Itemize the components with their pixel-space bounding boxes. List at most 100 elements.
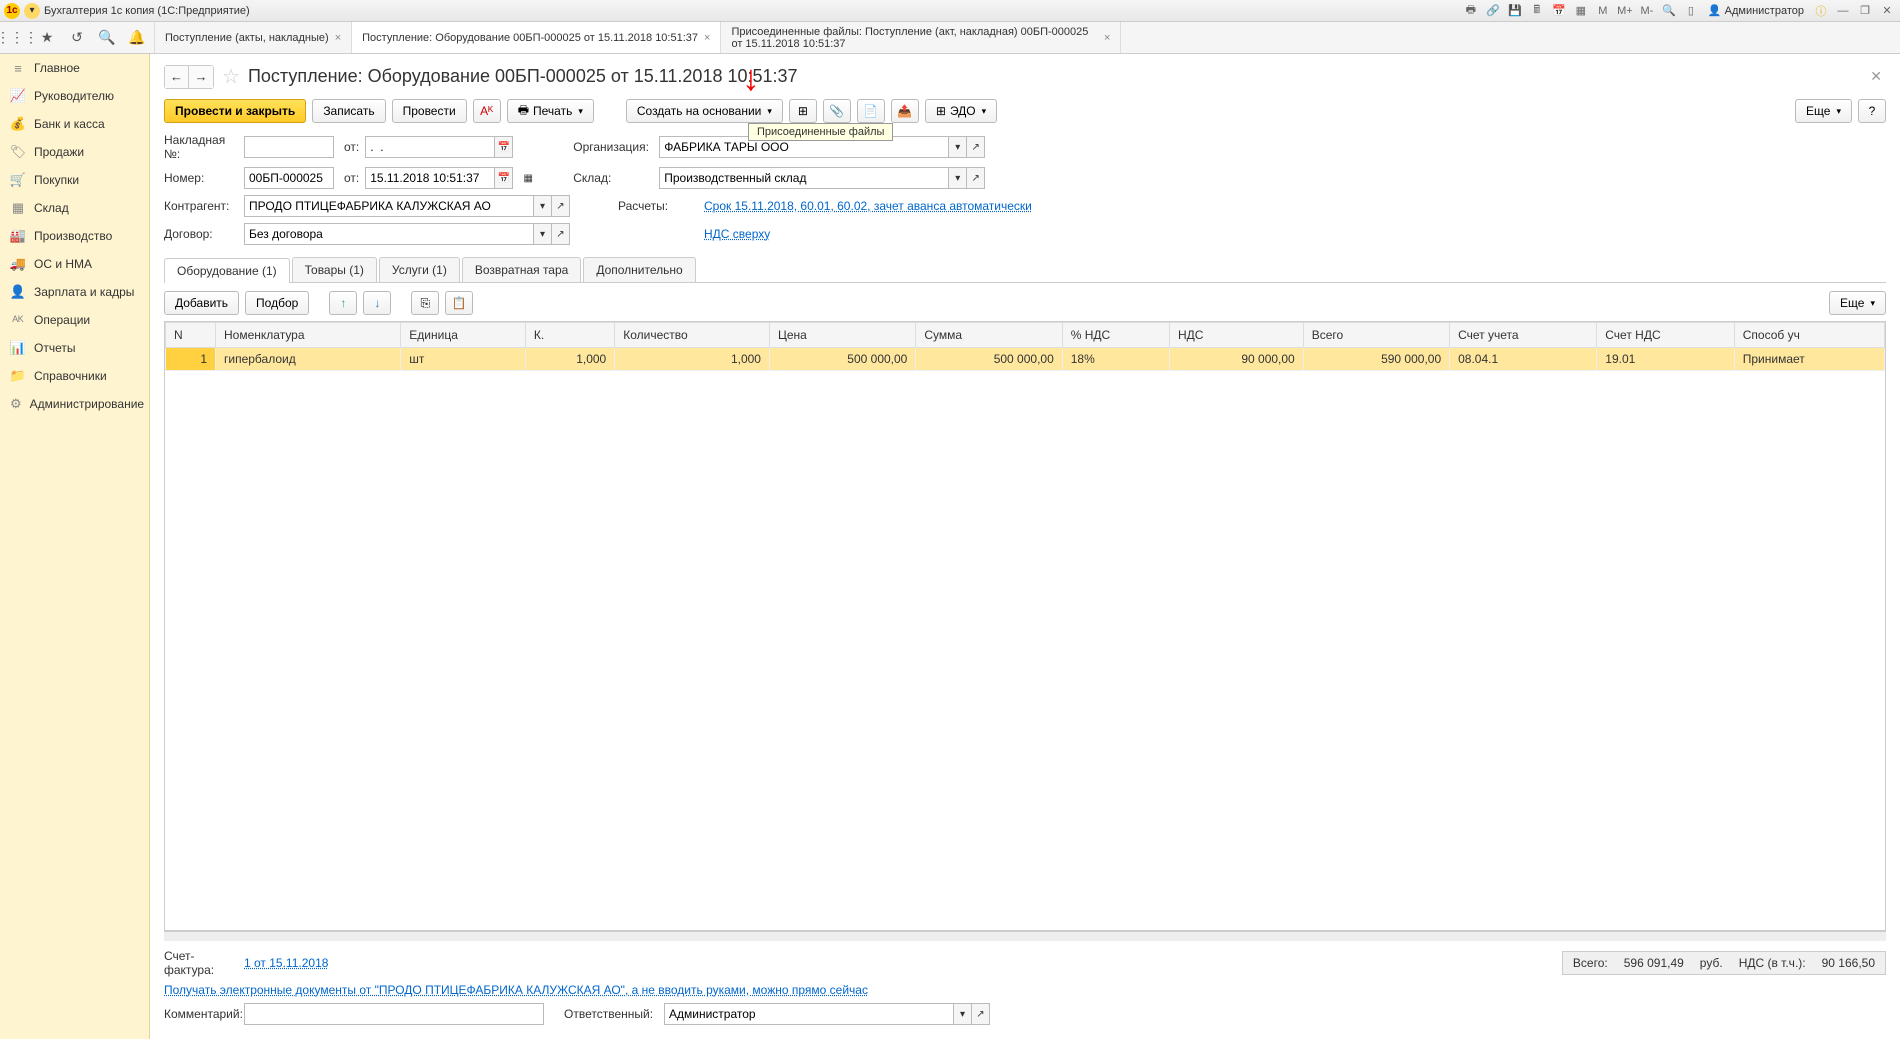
nav-back-button[interactable]: ← [165, 66, 189, 88]
edo-button[interactable]: ⊞ ЭДО ▾ [925, 99, 997, 123]
sidebar-item[interactable]: 🏷Продажи [0, 138, 149, 166]
nav-forward-button[interactable]: → [189, 66, 213, 88]
bell-icon[interactable]: 🔔 [128, 29, 146, 47]
warehouse-open-icon[interactable]: ↗ [967, 167, 985, 189]
structure-button[interactable]: ⊞ [789, 99, 817, 123]
sidebar-item[interactable]: 📈Руководителю [0, 82, 149, 110]
sidebar-item[interactable]: 🏭Производство [0, 222, 149, 250]
sf-link[interactable]: 1 от 15.11.2018 [244, 956, 328, 970]
sidebar-item[interactable]: ≡Главное [0, 54, 149, 82]
responsible-open-icon[interactable]: ↗ [972, 1003, 990, 1025]
tab-close-icon[interactable]: × [335, 32, 341, 44]
dt-kt-button[interactable]: Aᴷ [473, 99, 501, 123]
search-icon[interactable]: 🔍 [98, 29, 116, 47]
move-down-button[interactable]: ↓ [363, 291, 391, 315]
favorite-star-icon[interactable]: ☆ [222, 64, 240, 89]
tb-schedule-icon[interactable]: ▦ [1572, 3, 1590, 19]
table-header[interactable]: % НДС [1062, 323, 1169, 348]
items-table[interactable]: NНоменклатураЕдиницаК.КоличествоЦенаСумм… [164, 321, 1886, 931]
warehouse-input[interactable] [659, 167, 949, 189]
tb-search-icon[interactable]: 🔍 [1660, 3, 1678, 19]
inner-tab[interactable]: Оборудование (1) [164, 258, 290, 283]
contract-dropdown-icon[interactable]: ▾ [534, 223, 552, 245]
tb-m-plus[interactable]: M+ [1616, 3, 1634, 19]
counterparty-open-icon[interactable]: ↗ [552, 195, 570, 217]
table-header[interactable]: Счет НДС [1597, 323, 1734, 348]
table-header[interactable]: К. [525, 323, 614, 348]
tb-m-minus[interactable]: M- [1638, 3, 1656, 19]
post-button[interactable]: Провести [392, 99, 467, 123]
date-calendar-icon[interactable]: 📅 [495, 167, 513, 189]
sidebar-item[interactable]: 📊Отчеты [0, 334, 149, 362]
responsible-input[interactable] [664, 1003, 954, 1025]
counterparty-dropdown-icon[interactable]: ▾ [534, 195, 552, 217]
tb-min-icon[interactable]: — [1834, 3, 1852, 19]
tb-print-icon[interactable]: 🖶 [1462, 3, 1480, 19]
table-header[interactable]: Счет учета [1450, 323, 1597, 348]
table-header[interactable]: НДС [1170, 323, 1304, 348]
org-open-icon[interactable]: ↗ [967, 136, 985, 158]
move-up-button[interactable]: ↑ [329, 291, 357, 315]
tb-max-icon[interactable]: ❐ [1856, 3, 1874, 19]
tb-save-icon[interactable]: 💾 [1506, 3, 1524, 19]
comment-input[interactable] [244, 1003, 544, 1025]
inner-tab[interactable]: Возвратная тара [462, 257, 582, 282]
inner-tab[interactable]: Товары (1) [292, 257, 377, 282]
org-dropdown-icon[interactable]: ▾ [949, 136, 967, 158]
copy-button[interactable]: ⎘ [411, 291, 439, 315]
mode-icon[interactable]: ▦ [519, 167, 537, 189]
tb-calc-icon[interactable]: 🖩 [1528, 3, 1546, 19]
apps-icon[interactable]: ⋮⋮⋮ [8, 29, 26, 47]
table-header[interactable]: Способ уч [1734, 323, 1884, 348]
save-button[interactable]: Записать [312, 99, 385, 123]
sidebar-item[interactable]: ᴬᴷОперации [0, 306, 149, 334]
paste-button[interactable]: 📋 [445, 291, 473, 315]
select-rows-button[interactable]: Подбор [245, 291, 309, 315]
sidebar-item[interactable]: 📁Справочники [0, 362, 149, 390]
more-button[interactable]: Еще ▾ [1795, 99, 1852, 123]
sidebar-item[interactable]: ⚙Администрирование [0, 390, 149, 418]
tb-info-icon[interactable]: ⓘ [1812, 3, 1830, 19]
counterparty-input[interactable] [244, 195, 534, 217]
date-input[interactable] [365, 167, 495, 189]
sidebar-item[interactable]: 👤Зарплата и кадры [0, 278, 149, 306]
add-row-button[interactable]: Добавить [164, 291, 239, 315]
contract-input[interactable] [244, 223, 534, 245]
help-button[interactable]: ? [1858, 99, 1886, 123]
contract-open-icon[interactable]: ↗ [552, 223, 570, 245]
document-tab[interactable]: Присоединенные файлы: Поступление (акт, … [721, 22, 1121, 53]
print-button[interactable]: 🖶 Печать ▾ [507, 99, 594, 123]
table-header[interactable]: N [166, 323, 216, 348]
calendar-icon[interactable]: 📅 [495, 136, 513, 158]
sidebar-item[interactable]: 🛒Покупки [0, 166, 149, 194]
invoice-no-input[interactable] [244, 136, 334, 158]
number-input[interactable] [244, 167, 334, 189]
sidebar-item[interactable]: 🚚ОС и НМА [0, 250, 149, 278]
history-icon[interactable]: ↺ [68, 29, 86, 47]
table-row[interactable]: 1гипербалоидшт1,0001,000500 000,00500 00… [166, 348, 1885, 371]
tb-close-icon[interactable]: ✕ [1878, 3, 1896, 19]
tb-m[interactable]: M [1594, 3, 1612, 19]
warehouse-dropdown-icon[interactable]: ▾ [949, 167, 967, 189]
star-icon[interactable]: ★ [38, 29, 56, 47]
document-tab[interactable]: Поступление: Оборудование 00БП-000025 от… [352, 22, 721, 53]
h-scrollbar[interactable] [164, 931, 1886, 941]
document-close-icon[interactable]: ✕ [1870, 68, 1886, 85]
edo-promo-link[interactable]: Получать электронные документы от "ПРОДО… [164, 983, 868, 997]
table-more-button[interactable]: Еще ▾ [1829, 291, 1886, 315]
inner-tab[interactable]: Услуги (1) [379, 257, 460, 282]
tb-calendar-icon[interactable]: 📅 [1550, 3, 1568, 19]
post-and-close-button[interactable]: Провести и закрыть [164, 99, 306, 123]
document-tab[interactable]: Поступление (акты, накладные)× [155, 22, 352, 53]
calc-link[interactable]: Срок 15.11.2018, 60.01, 60.02, зачет ава… [704, 199, 1032, 213]
app-dropdown-icon[interactable]: ▾ [24, 3, 40, 19]
attach-files-button[interactable]: 📎 [823, 99, 851, 123]
current-user[interactable]: 👤 Администратор [1704, 4, 1808, 17]
table-header[interactable]: Всего [1303, 323, 1449, 348]
create-based-on-button[interactable]: Создать на основании ▾ [626, 99, 783, 123]
table-header[interactable]: Цена [769, 323, 915, 348]
table-header[interactable]: Номенклатура [216, 323, 401, 348]
invoice-date-input[interactable] [365, 136, 495, 158]
tab-close-icon[interactable]: × [1104, 32, 1110, 44]
responsible-dropdown-icon[interactable]: ▾ [954, 1003, 972, 1025]
